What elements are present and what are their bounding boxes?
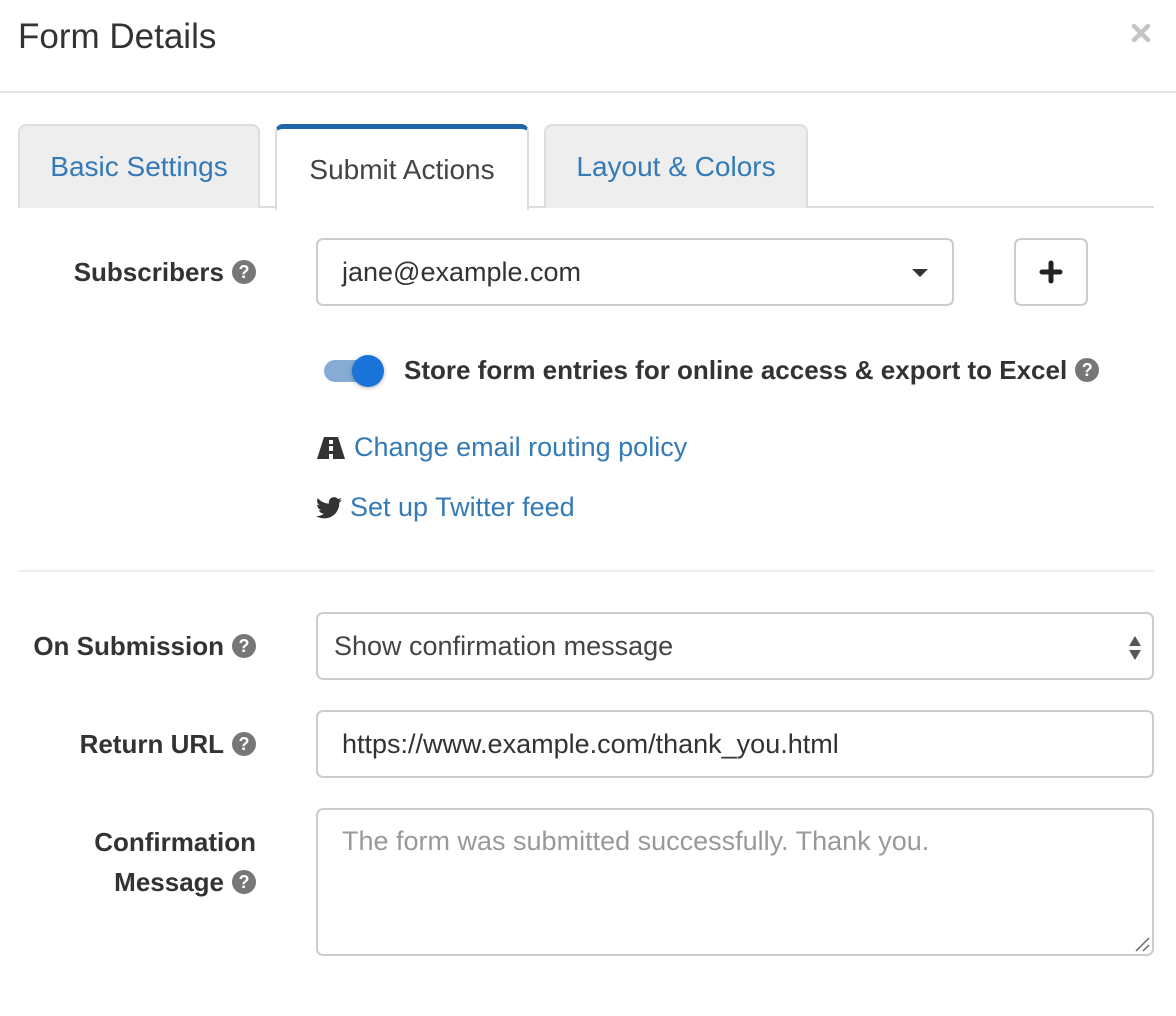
confirmation-label-line2: Message — [114, 867, 224, 897]
return-url-value: https://www.example.com/thank_you.html — [342, 728, 839, 759]
subscribers-label-text: Subscribers — [73, 257, 224, 287]
tab-bar: Basic Settings Submit Actions Layout & C… — [18, 124, 1154, 210]
close-button[interactable] — [1126, 18, 1156, 48]
on-submission-selected-value: Show confirmation message — [334, 630, 674, 661]
confirmation-message-label: Confirmation Message ? — [94, 822, 256, 902]
twitter-icon — [316, 496, 342, 519]
return-url-input[interactable]: https://www.example.com/thank_you.html — [316, 710, 1154, 778]
help-icon[interactable]: ? — [232, 870, 256, 894]
change-email-routing-label: Change email routing policy — [354, 432, 688, 462]
store-entries-toggle[interactable] — [322, 353, 386, 387]
twitter-feed-link[interactable]: Set up Twitter feed — [316, 492, 575, 523]
help-icon[interactable]: ? — [232, 260, 256, 284]
toggle-knob — [352, 355, 384, 387]
store-entries-row: Store form entries for online access & e… — [322, 348, 1100, 392]
select-arrows-icon — [1129, 636, 1141, 660]
subscribers-select[interactable]: jane@example.com — [316, 238, 954, 306]
road-icon — [316, 436, 346, 460]
help-icon[interactable]: ? — [1075, 358, 1100, 382]
help-icon[interactable]: ? — [232, 634, 256, 658]
subscribers-selected-value: jane@example.com — [342, 256, 582, 287]
on-submission-select[interactable]: Show confirmation message — [316, 612, 1154, 680]
confirmation-message-placeholder: The form was submitted successfully. Tha… — [342, 826, 930, 856]
tab-submit-actions[interactable]: Submit Actions — [275, 124, 529, 210]
resize-handle-icon[interactable] — [1134, 936, 1150, 952]
return-url-label-text: Return URL — [79, 729, 224, 759]
confirmation-label-line2-wrap: Message ? — [114, 862, 256, 902]
close-icon — [1131, 23, 1151, 43]
plus-icon — [1039, 260, 1063, 284]
on-submission-label: On Submission ? — [33, 626, 256, 666]
confirmation-label-line1: Confirmation — [94, 827, 256, 857]
change-email-routing-link[interactable]: Change email routing policy — [316, 432, 687, 463]
form-details-modal: Form Details Basic Settings Submit Actio… — [0, 0, 1176, 1016]
on-submission-label-text: On Submission — [33, 631, 224, 661]
modal-title: Form Details — [18, 17, 217, 56]
confirmation-message-textarea[interactable]: The form was submitted successfully. Tha… — [316, 808, 1154, 956]
subscribers-label: Subscribers ? — [74, 252, 256, 292]
return-url-label: Return URL ? — [80, 724, 256, 764]
add-subscriber-button[interactable] — [1014, 238, 1088, 306]
tab-basic-settings[interactable]: Basic Settings — [18, 124, 260, 208]
help-icon[interactable]: ? — [232, 732, 256, 756]
store-entries-label: Store form entries for online access & e… — [404, 354, 1068, 385]
twitter-feed-label: Set up Twitter feed — [350, 492, 575, 522]
tab-layout-colors[interactable]: Layout & Colors — [544, 124, 808, 208]
modal-header: Form Details — [0, 0, 1176, 93]
section-divider — [18, 570, 1154, 572]
caret-down-icon — [912, 269, 928, 277]
